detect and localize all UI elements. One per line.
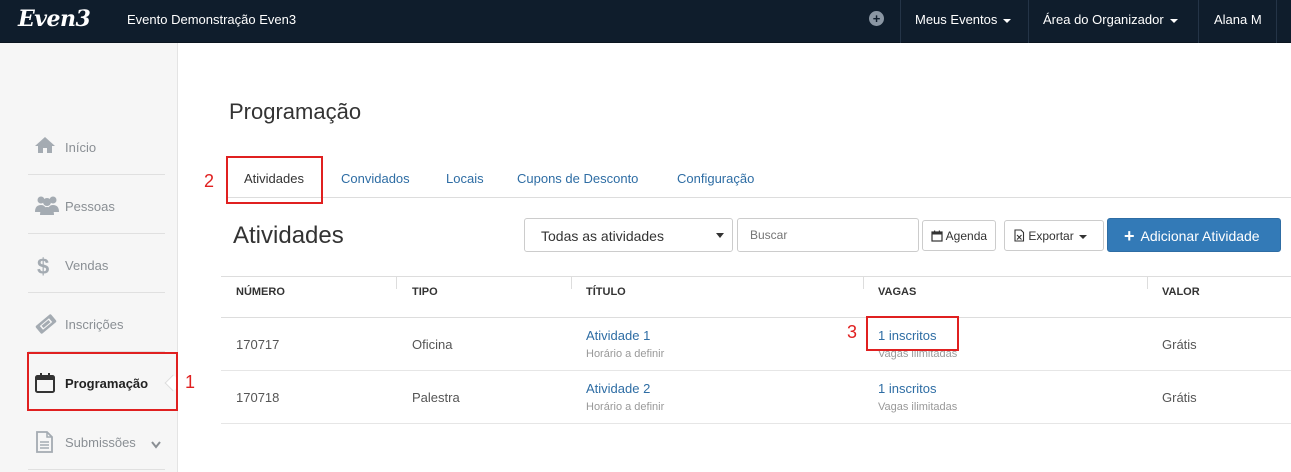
sidebar-item-inscricoes[interactable]: Inscrições [28,293,165,352]
export-label: Exportar [1028,229,1074,243]
caret-down-icon [1003,18,1012,23]
cell-horario: Horário a definir [586,401,665,413]
calendar-icon [931,230,943,242]
user-menu[interactable]: Alana M [1214,12,1262,27]
annotation-box-1 [27,352,178,411]
organizer-area-menu[interactable]: Área do Organizador [1043,12,1178,27]
nav-divider [1198,0,1199,43]
column-header-valor[interactable]: VALOR [1162,286,1200,298]
nav-divider [1028,0,1029,43]
document-icon [34,431,58,453]
caret-down-icon [1079,234,1088,239]
column-divider [863,277,864,289]
svg-text:$: $ [37,254,49,278]
activity-filter-select[interactable]: Todas as atividades [524,218,733,252]
event-name[interactable]: Evento Demonstração Even3 [127,12,296,27]
plus-icon: + [1124,226,1135,246]
table-row[interactable]: 170718 Palestra Atividade 2 Horário a de… [221,371,1291,424]
column-header-vagas[interactable]: VAGAS [878,286,916,298]
my-events-label: Meus Eventos [915,12,998,27]
dollar-icon: $ [34,254,58,279]
sidebar-item-label: Vendas [65,258,109,273]
page-title: Programação [229,99,362,124]
sidebar-item-label: Pessoas [65,199,115,214]
file-export-icon [1014,229,1025,242]
chevron-down-icon [151,436,161,449]
cell-numero: 170717 [236,337,280,352]
column-header-numero[interactable]: NÚMERO [236,286,285,298]
nav-divider [900,0,901,43]
organizer-area-label: Área do Organizador [1043,12,1164,27]
annotation-number-3: 3 [847,322,858,342]
cell-horario: Horário a definir [586,348,665,360]
enrolled-link[interactable]: 1 inscritos [878,381,937,396]
top-navbar: Even3 Evento Demonstração Even3 + Meus E… [0,0,1291,43]
add-activity-label: Adicionar Atividade [1140,228,1260,244]
filter-selected-value: Todas as atividades [541,228,664,244]
cell-numero: 170718 [236,390,280,405]
agenda-label: Agenda [945,229,988,243]
column-header-titulo[interactable]: TÍTULO [586,286,626,298]
activity-title-link[interactable]: Atividade 2 [586,381,650,396]
tab-cupons[interactable]: Cupons de Desconto [517,171,638,186]
even3-logo[interactable]: Even3 [18,6,91,32]
cell-tipo: Palestra [412,390,460,405]
agenda-button[interactable]: Agenda [922,220,997,251]
users-icon [34,195,59,217]
table-row[interactable]: 170717 Oficina Atividade 1 Horário a def… [221,318,1291,371]
sidebar-item-inicio[interactable]: Início [28,116,165,175]
sidebar-item-label: Início [65,140,97,155]
tab-configuracao[interactable]: Configuração [677,171,754,186]
add-icon[interactable]: + [869,11,884,26]
activity-title-link[interactable]: Atividade 1 [586,328,650,343]
cell-valor: Grátis [1162,390,1197,405]
sidebar-item-label: Submissões [65,435,136,450]
annotation-number-2: 2 [204,171,215,191]
section-title: Atividades [233,222,344,249]
cell-tipo: Oficina [412,337,453,352]
caret-down-icon [1169,18,1178,23]
sidebar-item-vendas[interactable]: $ Vendas [28,234,165,293]
cell-vagas: Vagas ilimitadas [878,401,958,413]
add-activity-button[interactable]: + Adicionar Atividade [1107,218,1281,252]
column-header-tipo[interactable]: TIPO [412,286,438,298]
annotation-box-3 [866,316,959,351]
select-arrow-icon [716,233,724,238]
my-events-menu[interactable]: Meus Eventos [915,12,1012,27]
tabs-bar: Atividades Convidados Locais Cupons de D… [228,155,1291,198]
column-divider [571,277,572,289]
cell-valor: Grátis [1162,337,1197,352]
home-icon [34,136,58,158]
sidebar-item-submissoes[interactable]: Submissões [28,411,165,470]
ticket-icon [34,313,58,335]
column-divider [396,277,397,289]
export-button[interactable]: Exportar [1004,220,1104,251]
sidebar-item-pessoas[interactable]: Pessoas [28,175,165,234]
tab-convidados[interactable]: Convidados [341,171,410,186]
annotation-box-2 [226,156,323,204]
tab-locais[interactable]: Locais [446,171,484,186]
column-divider [1147,277,1148,289]
table-header: NÚMERO TIPO TÍTULO VAGAS VALOR [221,276,1291,318]
search-input[interactable] [737,218,919,252]
sidebar-item-label: Inscrições [65,317,124,332]
nav-divider [1276,0,1277,43]
annotation-number-1: 1 [185,372,196,392]
